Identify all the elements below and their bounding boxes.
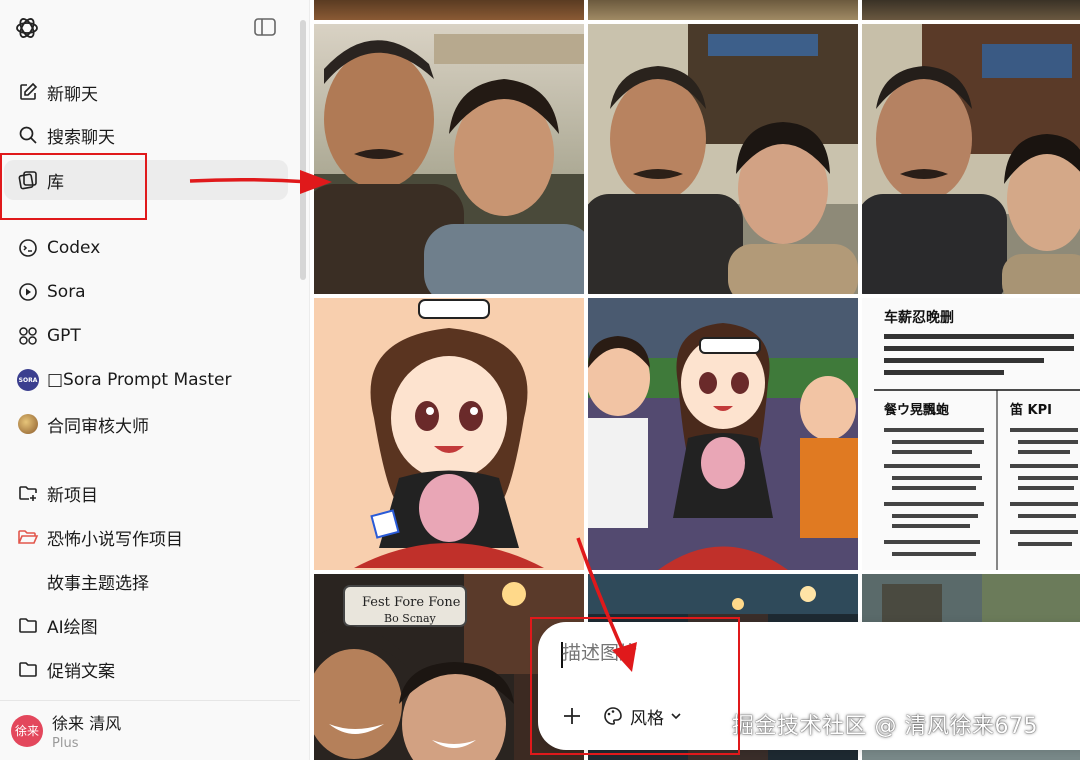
doc-column-left-title: 餐ウ晃飄蚫 bbox=[883, 402, 949, 418]
doc-heading: 车薪忍晚删 bbox=[884, 309, 954, 326]
image-tile[interactable] bbox=[314, 298, 584, 570]
sidebar-item-label: 恐怖小说写作项目 bbox=[47, 529, 183, 550]
sidebar-item-search-chats[interactable]: 搜索聊天 bbox=[4, 115, 288, 155]
search-icon bbox=[16, 123, 40, 147]
image-tile[interactable] bbox=[862, 24, 1080, 294]
folder-icon bbox=[16, 613, 40, 637]
sidebar-item-gpt[interactable]: GPT bbox=[4, 316, 288, 356]
new-folder-icon bbox=[16, 481, 40, 505]
codex-icon bbox=[16, 236, 40, 260]
image-tile[interactable] bbox=[314, 0, 584, 20]
sidebar-item-new-project[interactable]: 新项目 bbox=[4, 473, 288, 513]
sidebar-item-contract-reviewer[interactable]: 合同审核大师 bbox=[4, 404, 288, 444]
annotation-box-library bbox=[0, 153, 147, 220]
sidebar-item-label: Codex bbox=[47, 238, 101, 258]
sidebar: 新聊天 搜索聊天 库 Codex Sora GPT SORA □Sora Pro… bbox=[0, 0, 310, 760]
folder-open-icon bbox=[16, 525, 40, 549]
edit-icon bbox=[16, 80, 40, 104]
annotation-box-composer bbox=[530, 617, 740, 755]
sidebar-item-sora[interactable]: Sora bbox=[4, 272, 288, 312]
sidebar-item-label: Sora bbox=[47, 282, 86, 302]
sidebar-item-story-theme[interactable]: 故事主题选择 bbox=[4, 561, 288, 601]
sidebar-item-label: 新项目 bbox=[47, 485, 98, 506]
image-tile[interactable] bbox=[588, 0, 858, 20]
image-tile[interactable] bbox=[862, 0, 1080, 20]
watermark: 掘金技术社区 @ 清风徐来675 bbox=[732, 714, 1038, 739]
user-account-row[interactable]: 徐来 徐来 清风 Plus bbox=[0, 700, 300, 760]
sidebar-item-label: 合同审核大师 bbox=[47, 416, 149, 437]
sidebar-item-label: 搜索聊天 bbox=[47, 127, 115, 148]
folder-icon bbox=[16, 657, 40, 681]
sidebar-item-label: AI绘图 bbox=[47, 617, 98, 638]
sidebar-item-promo-copy[interactable]: 促销文案 bbox=[4, 649, 288, 689]
sidebar-item-label: GPT bbox=[47, 326, 81, 346]
sidebar-item-label: 故事主题选择 bbox=[47, 573, 149, 594]
gpt-grid-icon bbox=[16, 324, 40, 348]
openai-logo-icon[interactable] bbox=[14, 15, 40, 41]
sidebar-item-ai-drawing[interactable]: AI绘图 bbox=[4, 605, 288, 645]
sign-line-2: Bo Scnay bbox=[384, 612, 437, 625]
contract-avatar-icon bbox=[16, 412, 40, 436]
user-name: 徐来 清风 bbox=[52, 714, 122, 733]
sidebar-item-sora-prompt-master[interactable]: SORA □Sora Prompt Master bbox=[4, 360, 288, 400]
sidebar-item-label: 新聊天 bbox=[47, 84, 98, 105]
sidebar-toggle-icon[interactable] bbox=[254, 18, 276, 36]
sidebar-scrollbar[interactable] bbox=[300, 20, 306, 280]
sora-play-icon bbox=[16, 280, 40, 304]
sidebar-item-new-chat[interactable]: 新聊天 bbox=[4, 72, 288, 112]
sidebar-item-horror-project[interactable]: 恐怖小说写作项目 bbox=[4, 517, 288, 557]
doc-column-right-title: 笛 KPI bbox=[1009, 402, 1052, 418]
sign-line-1: Fest Fore Fone bbox=[362, 595, 461, 610]
image-tile[interactable]: 车薪忍晚删 餐ウ晃飄蚫 笛 KPI bbox=[862, 298, 1080, 570]
image-tile[interactable] bbox=[314, 24, 584, 294]
image-tile[interactable] bbox=[588, 298, 858, 570]
image-tile[interactable] bbox=[588, 24, 858, 294]
sidebar-item-label: 促销文案 bbox=[47, 661, 115, 682]
user-plan: Plus bbox=[52, 736, 79, 751]
sidebar-item-label: □Sora Prompt Master bbox=[47, 370, 232, 390]
sidebar-item-codex[interactable]: Codex bbox=[4, 228, 288, 268]
avatar: 徐来 bbox=[11, 714, 43, 747]
sora-avatar-icon: SORA bbox=[16, 368, 40, 392]
